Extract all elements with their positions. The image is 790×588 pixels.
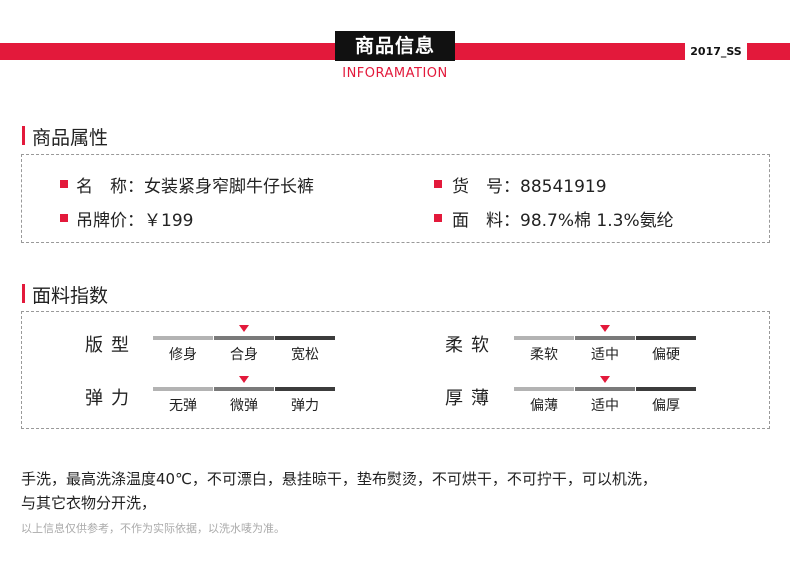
page-subtitle: INFORAMATION: [342, 66, 448, 81]
section-title-fabric-index: 面料指数: [32, 285, 109, 307]
attr-fabric-label: 面 料：: [452, 211, 520, 231]
attr-sku-value: 88541919: [520, 177, 607, 197]
scale-option: 偏硬: [652, 347, 680, 363]
care-line-1: 手洗，最高洗涤温度40℃，不可漂白，悬挂晾干，垫布熨烫，不可烘干，不可拧干，可以…: [21, 470, 657, 488]
scale-segment: [214, 387, 274, 391]
bullet: [434, 214, 442, 222]
scale-segment: [153, 387, 213, 391]
scale-label-fit: 版型: [85, 335, 137, 356]
scale-label-thickness: 厚薄: [445, 388, 497, 409]
scale-segment: [275, 336, 335, 340]
attr-name-value: 女装紧身窄脚牛仔长裤: [144, 177, 314, 197]
scale-marker-icon: [239, 376, 249, 383]
scale-fit: 修身 合身 宽松: [153, 325, 335, 365]
scale-option: 宽松: [291, 347, 319, 363]
scale-marker-icon: [239, 325, 249, 332]
bullet: [60, 180, 68, 188]
scale-option: 无弹: [169, 398, 197, 414]
attr-fabric-value: 98.7%棉 1.3%氨纶: [520, 211, 674, 231]
attr-price-value: ￥199: [144, 211, 194, 231]
scale-segment: [214, 336, 274, 340]
scale-option: 柔软: [530, 347, 558, 363]
bullet: [60, 214, 68, 222]
scale-thickness: 偏薄 适中 偏厚: [514, 376, 696, 416]
scale-segment: [275, 387, 335, 391]
scale-marker-icon: [600, 376, 610, 383]
scale-option: 适中: [591, 347, 619, 363]
scale-segment: [636, 387, 696, 391]
section-marker: [22, 126, 25, 145]
scale-option: 偏厚: [652, 398, 680, 414]
attr-price: 吊牌价：￥199: [76, 206, 193, 231]
attr-sku: 货 号：88541919: [452, 172, 607, 197]
scale-option: 微弹: [230, 398, 258, 414]
scale-label-softness: 柔软: [445, 335, 497, 356]
scale-option: 弹力: [291, 398, 319, 414]
scale-segment: [636, 336, 696, 340]
scale-marker-icon: [600, 325, 610, 332]
disclaimer-note: 以上信息仅供参考，不作为实际依据，以洗水唛为准。: [21, 522, 285, 535]
scale-option: 适中: [591, 398, 619, 414]
scale-segment: [575, 387, 635, 391]
care-line-2: 与其它衣物分开洗，: [21, 494, 157, 512]
bullet: [434, 180, 442, 188]
scale-segment: [514, 336, 574, 340]
attr-fabric: 面 料：98.7%棉 1.3%氨纶: [452, 206, 674, 231]
scale-segment: [514, 387, 574, 391]
attr-sku-label: 货 号：: [452, 177, 520, 197]
attr-price-label: 吊牌价：: [76, 211, 144, 231]
scale-elasticity: 无弹 微弹 弹力: [153, 376, 335, 416]
scale-option: 偏薄: [530, 398, 558, 414]
scale-softness: 柔软 适中 偏硬: [514, 325, 696, 365]
season-badge: 2017_SS: [685, 43, 747, 60]
scale-segment: [153, 336, 213, 340]
page-title: 商品信息: [335, 31, 455, 61]
attr-name: 名 称：女装紧身窄脚牛仔长裤: [76, 172, 314, 197]
attr-name-label: 名 称：: [76, 177, 144, 197]
scale-option: 修身: [169, 347, 197, 363]
scale-option: 合身: [230, 347, 258, 363]
section-marker: [22, 284, 25, 303]
scale-segment: [575, 336, 635, 340]
scale-label-elasticity: 弹力: [85, 388, 137, 409]
section-title-attributes: 商品属性: [32, 127, 109, 149]
